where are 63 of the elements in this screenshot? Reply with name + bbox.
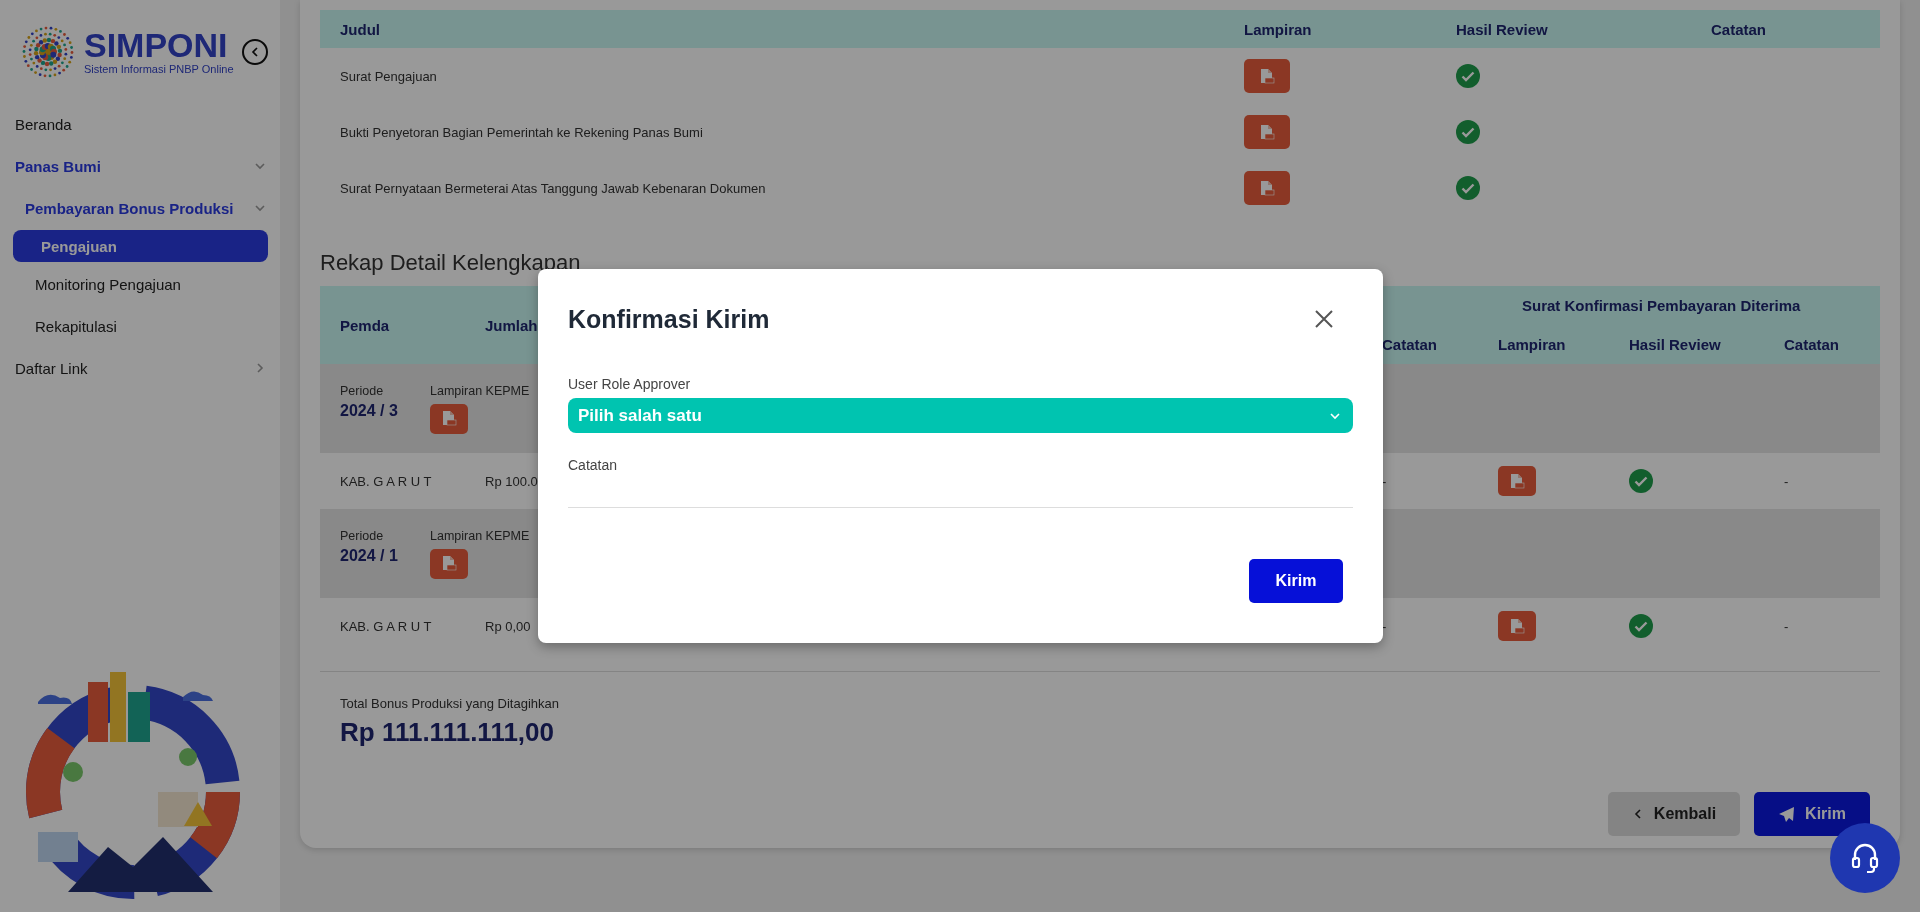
menu-item[interactable]: Rekapitulasi — [35, 317, 266, 335]
pdf-button[interactable] — [430, 403, 468, 434]
period-value: 2024 / 3 — [340, 401, 399, 420]
logo-subtitle: Sistem Informasi PNBP Online — [84, 63, 234, 76]
total-label: Total Bonus Produksi yang Ditagihkan — [340, 696, 560, 711]
menu-item[interactable]: Beranda — [15, 115, 266, 133]
menu-item[interactable]: Pembayaran Bonus Produksi — [25, 199, 254, 217]
table-cell-text: Surat Pernyataan Bermeterai Atas Tanggung Jawab Kebenaran Dokumen — [339, 180, 767, 196]
pdf-file-icon — [1508, 472, 1526, 490]
pdf-button[interactable] — [1244, 171, 1290, 205]
table-cell-text: Rp 0,00 — [484, 618, 531, 634]
table-cell-text: Bukti Penyetoran Bagian Pemerintah ke Rekening Panas Bumi — [339, 124, 704, 140]
table-cell-text: Surat Pengajuan — [339, 68, 438, 84]
table-cell-text: Rp 100.0 — [484, 473, 538, 489]
column-header: Hasil Review — [1629, 336, 1721, 353]
field-label: User Role Approver — [568, 376, 692, 392]
headset-icon — [1849, 842, 1881, 874]
pdf-file-icon — [1258, 179, 1276, 197]
modal-title: Konfirmasi Kirim — [568, 304, 770, 334]
field-label: Catatan — [568, 457, 619, 473]
table-cell: - — [1382, 618, 1387, 634]
attachment-label: Lampiran KEPME — [430, 528, 530, 543]
column-header: Jumlah — [485, 316, 538, 334]
pdf-file-icon — [1258, 67, 1276, 85]
table-cell: - — [1784, 618, 1789, 634]
logo-title: SIMPONI — [84, 27, 229, 63]
pdf-file-icon — [440, 555, 458, 572]
close-button[interactable] — [1313, 308, 1335, 330]
period-label: Periode — [340, 383, 385, 398]
column-header: Lampiran — [1498, 336, 1566, 353]
column-header: Pemda — [340, 316, 390, 334]
period-value: 2024 / 1 — [340, 546, 399, 565]
column-header: Catatan — [1382, 336, 1437, 353]
pdf-file-icon — [1508, 617, 1526, 635]
table-cell: - — [1382, 473, 1387, 489]
attachment-label: Lampiran KEPME — [430, 383, 530, 398]
table-cell: - — [1784, 473, 1789, 489]
pdf-button[interactable] — [1498, 611, 1536, 641]
column-header: Lampiran — [1244, 20, 1312, 38]
menu-item[interactable]: Monitoring Pengajuan — [35, 275, 266, 293]
section-title: Rekap Detail Kelengkapan — [320, 250, 582, 276]
menu-item[interactable]: Pengajuan — [13, 230, 268, 262]
menu-item[interactable]: Panas Bumi — [15, 157, 254, 175]
back-button[interactable]: Kembali — [1607, 792, 1741, 836]
pdf-button[interactable] — [1244, 115, 1290, 149]
column-header: Catatan — [1711, 20, 1766, 38]
submit-button[interactable]: Kirim — [1249, 559, 1343, 603]
table-cell-text: KAB. G A R U T — [339, 618, 430, 634]
table-cell-text: KAB. G A R U T — [339, 473, 430, 489]
menu-item[interactable]: Daftar Link — [15, 359, 254, 377]
column-header: Catatan — [1784, 336, 1839, 353]
pdf-file-icon — [440, 410, 458, 427]
total-amount: Rp 111.111.111,00 — [340, 717, 555, 748]
period-label: Periode — [340, 528, 385, 543]
pdf-button[interactable] — [1244, 59, 1290, 93]
pdf-file-icon — [1258, 123, 1276, 141]
pdf-button[interactable] — [1498, 466, 1536, 496]
collapse-button[interactable] — [241, 38, 268, 65]
send-icon — [1778, 805, 1796, 823]
column-header: Judul — [339, 20, 381, 38]
pdf-button[interactable] — [430, 548, 468, 579]
column-header: Surat Konfirmasi Pembayaran Diterima — [1522, 297, 1801, 314]
column-header: Hasil Review — [1456, 20, 1548, 38]
